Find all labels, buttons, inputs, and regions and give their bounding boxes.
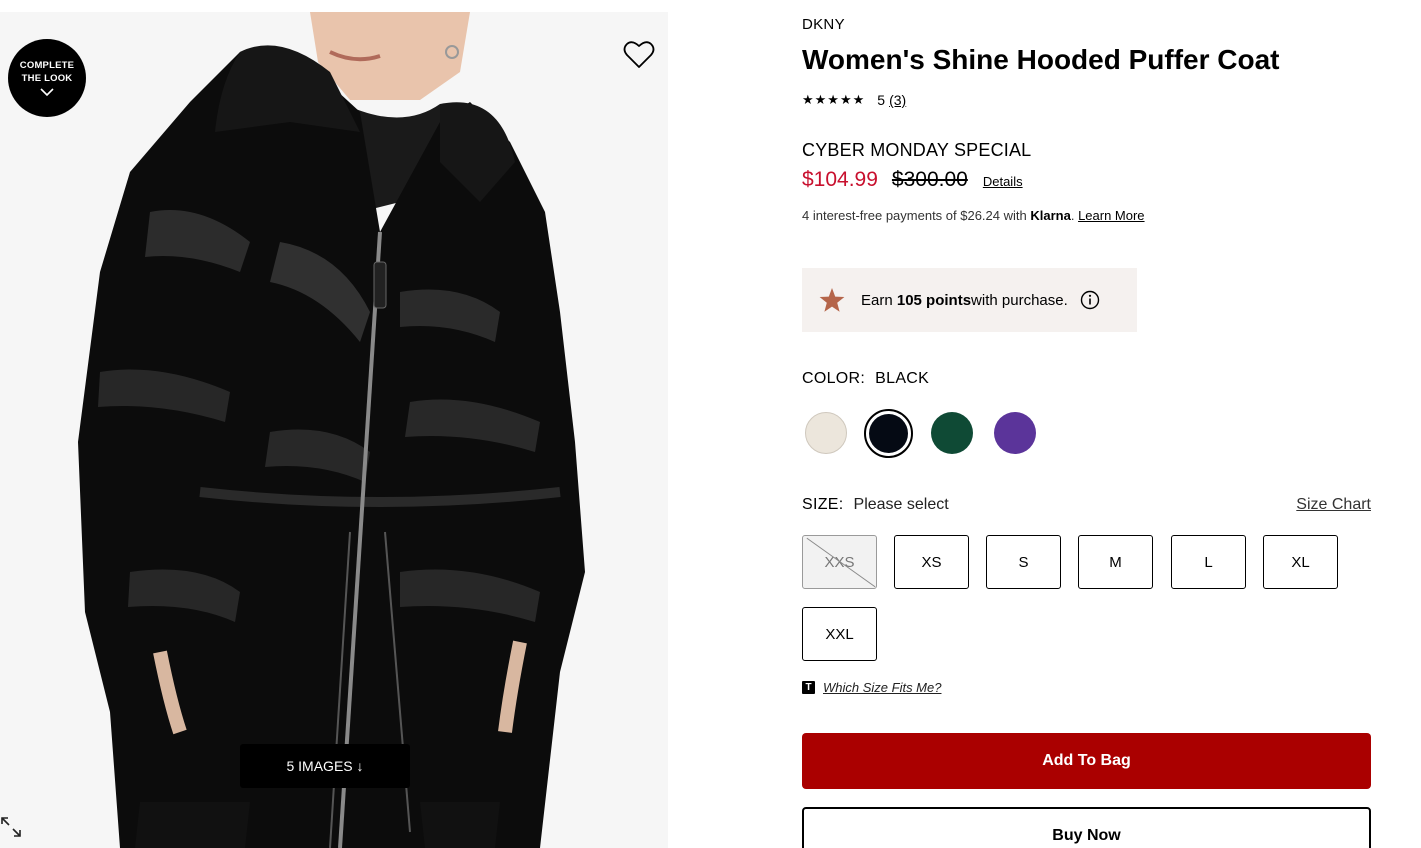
complete-the-look-button[interactable]: COMPLETE THE LOOK	[8, 39, 86, 117]
true-fit-icon: T	[802, 681, 815, 694]
size-button-l[interactable]: L	[1171, 535, 1246, 589]
rating: ★★★★★ 5 (3)	[802, 92, 906, 108]
klarna-logo: Klarna	[1030, 208, 1071, 223]
color-swatch-black[interactable]	[864, 409, 913, 458]
points-text-suffix: with purchase.	[971, 291, 1068, 309]
size-button-xxs[interactable]: XXS	[802, 535, 877, 589]
size-chart-link[interactable]: Size Chart	[1296, 496, 1371, 514]
sale-price: $104.99	[802, 168, 878, 191]
color-label-row: COLOR: BLACK	[802, 370, 929, 388]
product-image[interactable]	[0, 12, 668, 848]
unavailable-slash	[806, 537, 876, 588]
size-fit-row: T Which Size Fits Me?	[802, 680, 941, 695]
color-swatch-black-fill	[869, 414, 908, 453]
size-button-xxl[interactable]: XXL	[802, 607, 877, 661]
complete-the-look-line1: COMPLETE	[19, 60, 75, 71]
expand-icon[interactable]	[0, 816, 22, 838]
selected-size-value: Please select	[853, 496, 949, 513]
buy-now-button[interactable]: Buy Now	[802, 807, 1371, 848]
size-button-xl[interactable]: XL	[1263, 535, 1338, 589]
rating-value: 5	[877, 92, 886, 108]
size-button-m[interactable]: M	[1078, 535, 1153, 589]
klarna-separator: .	[1070, 208, 1079, 223]
complete-the-look-line2: THE LOOK	[21, 73, 73, 84]
original-price: $300.00	[891, 168, 968, 191]
which-size-fits-link[interactable]: Which Size Fits Me?	[823, 680, 941, 695]
product-title: Women's Shine Hooded Puffer Coat	[802, 44, 1280, 75]
color-swatch-purple[interactable]	[994, 412, 1036, 454]
size-label: SIZE:	[802, 496, 844, 513]
klarna-learn-more-link[interactable]: Learn More	[1078, 208, 1144, 223]
star-icon	[819, 288, 845, 312]
size-button-xs[interactable]: XS	[894, 535, 969, 589]
klarna-text: 4 interest-free payments of $26.24 with	[802, 208, 1031, 223]
chevron-down-icon	[40, 88, 54, 97]
promo-label: CYBER MONDAY SPECIAL	[802, 140, 1032, 160]
size-label-row: SIZE: Please select Size Chart	[802, 496, 1372, 514]
add-to-bag-button[interactable]: Add To Bag	[802, 733, 1371, 789]
view-images-button[interactable]: 5 IMAGES ↓	[240, 744, 410, 788]
rating-stars-icon: ★★★★★	[802, 92, 866, 107]
color-swatch-cream[interactable]	[805, 412, 847, 454]
color-label: COLOR:	[802, 370, 866, 387]
points-text-prefix: Earn	[861, 291, 893, 309]
price-row: $104.99 $300.00 Details	[802, 168, 1023, 192]
klarna-message: 4 interest-free payments of $26.24 with …	[802, 208, 1145, 223]
info-icon[interactable]	[1080, 290, 1100, 310]
review-count-link[interactable]: (3)	[889, 92, 906, 108]
brand-link[interactable]: DKNY	[802, 16, 845, 33]
rewards-points-box: Earn 105 points with purchase.	[802, 268, 1137, 332]
heart-icon[interactable]	[623, 40, 655, 70]
points-amount: 105 points	[896, 291, 972, 309]
product-media: COMPLETE THE LOOK 5 IMAGES ↓	[0, 0, 690, 848]
size-button-s[interactable]: S	[986, 535, 1061, 589]
selected-color-value: BLACK	[875, 370, 930, 387]
product-info: DKNY Women's Shine Hooded Puffer Coat ★★…	[802, 0, 1372, 848]
color-swatch-green[interactable]	[931, 412, 973, 454]
color-swatches	[802, 408, 1062, 460]
price-details-link[interactable]: Details	[983, 174, 1023, 189]
